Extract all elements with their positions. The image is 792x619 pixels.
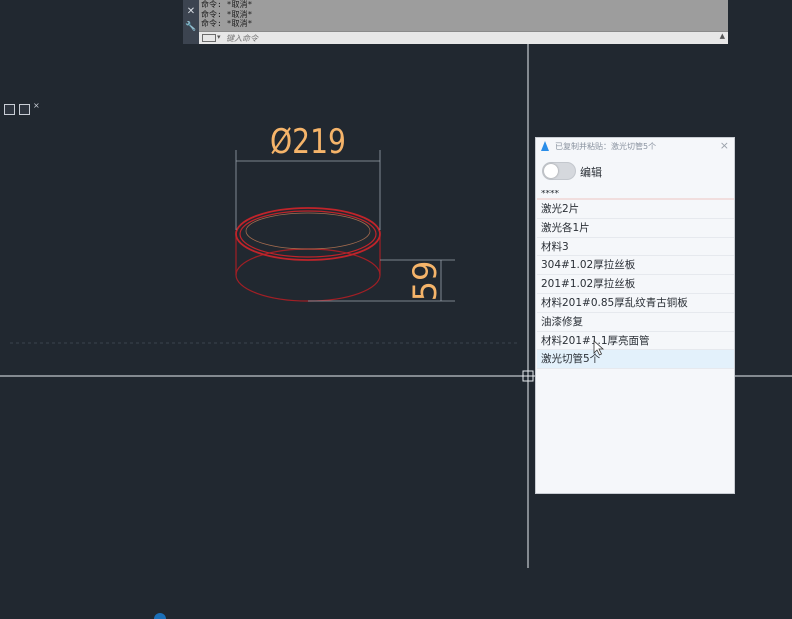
edit-toggle-switch[interactable]: [542, 162, 576, 180]
clipboard-panel-title: 已复制并粘贴：激光切管5个: [555, 142, 657, 151]
diameter-dimension[interactable]: Ø219: [235, 122, 381, 230]
list-item[interactable]: 304#1.02厚拉丝板: [537, 256, 734, 276]
edit-toggle-row[interactable]: 编辑: [542, 162, 722, 180]
cylinder-top-ellipse-outer: [235, 207, 381, 261]
mouse-cursor-icon: [593, 340, 605, 356]
prompt-dropdown-icon[interactable]: ▾: [217, 33, 221, 41]
viewport-mini-toolbar: ×: [2, 101, 42, 118]
close-icon[interactable]: ×: [720, 139, 729, 153]
edit-toggle-label: 编辑: [580, 166, 602, 179]
viewport-close-icon[interactable]: ×: [33, 101, 40, 110]
toggle-knob: [544, 164, 558, 178]
history-scroll-up-icon[interactable]: ▲: [720, 32, 725, 40]
prompt-icon[interactable]: [202, 34, 216, 42]
list-item[interactable]: 材料201#1.1厚亮面管: [537, 332, 734, 351]
cylinder-highlight: [245, 212, 371, 250]
list-item[interactable]: 油漆修复: [537, 313, 734, 332]
command-line-sidebar: ✕ 🔧: [183, 0, 199, 44]
close-command-line-icon[interactable]: ✕: [183, 6, 199, 18]
list-item[interactable]: 201#1.02厚拉丝板: [537, 275, 734, 294]
height-dimension[interactable]: 59: [308, 259, 455, 302]
clipboard-history-panel[interactable]: 已复制并粘贴：激光切管5个 × 编辑 **** 激光2片 激光各1片 材料3 3…: [535, 137, 735, 494]
height-text: 59: [406, 261, 444, 302]
viewport-lock-icon[interactable]: [19, 104, 30, 115]
cad-workspace[interactable]: Ø219 59 ✕ 🔧 命令: *取消* 命令: *取消* 命令: *取消* ▾…: [0, 0, 792, 619]
command-history: 命令: *取消* 命令: *取消* 命令: *取消*: [201, 0, 721, 31]
viewport-book-icon[interactable]: [4, 104, 15, 115]
history-line: 命令: *取消*: [201, 9, 253, 19]
navigation-arrow-icon: [541, 141, 549, 151]
cylinder-top-ellipse-inner: [239, 210, 377, 258]
cylinder-object[interactable]: [235, 207, 381, 302]
history-line: 命令: *取消*: [201, 0, 253, 9]
command-input-row[interactable]: ▾ ▲: [199, 31, 728, 44]
history-line: 命令: *取消*: [201, 19, 253, 28]
list-item[interactable]: 材料3: [537, 238, 734, 257]
clipboard-item-list[interactable]: **** 激光2片 激光各1片 材料3 304#1.02厚拉丝板 201#1.0…: [537, 190, 734, 370]
list-item-selected[interactable]: 激光切管5个: [537, 350, 734, 370]
list-item[interactable]: 激光各1片: [537, 219, 734, 238]
status-dot-icon: [154, 613, 166, 619]
clipboard-panel-header: 已复制并粘贴：激光切管5个 ×: [536, 138, 734, 156]
command-line-panel[interactable]: ✕ 🔧 命令: *取消* 命令: *取消* 命令: *取消* ▾ ▲: [183, 0, 728, 44]
list-item[interactable]: 材料201#0.85厚乱纹青古铜板: [537, 294, 734, 313]
list-item[interactable]: 激光2片: [537, 200, 734, 219]
list-item[interactable]: ****: [537, 190, 734, 200]
command-input[interactable]: [226, 32, 706, 44]
customize-wrench-icon[interactable]: 🔧: [183, 21, 199, 33]
diameter-text: Ø219: [270, 122, 346, 162]
